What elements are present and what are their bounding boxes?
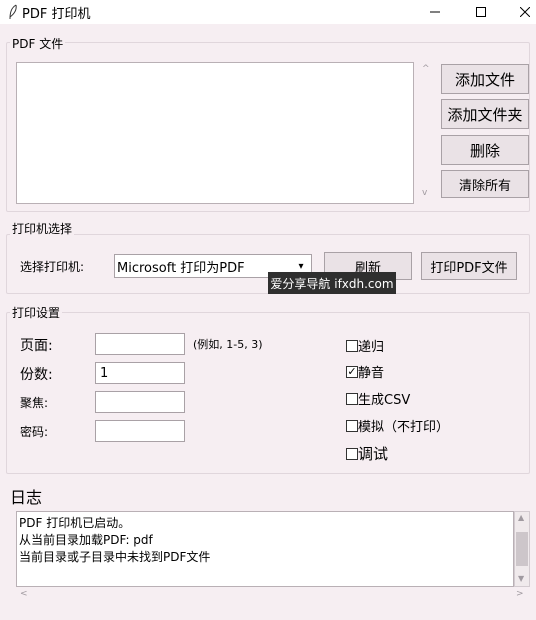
pages-hint: (例如, 1-5, 3) [193,338,263,351]
select-printer-label: 选择打印机: [20,260,85,274]
checkbox-silent[interactable]: ✓ 静音 [346,362,384,381]
scroll-right-arrow-icon[interactable]: > [516,589,524,599]
tooltip: 爱分享导航 ifxdh.com [268,272,396,294]
pdf-files-section-title: PDF 文件 [10,35,66,52]
checkbox-simulate[interactable]: 模拟（不打印） [346,416,449,435]
checkbox-box[interactable] [346,419,358,432]
scroll-up-arrow-icon[interactable]: ▲ [518,513,524,522]
log-output[interactable]: PDF 打印机已启动。 从当前目录加载PDF: pdf 当前目录或子目录中未找到… [16,511,514,587]
password-input[interactable] [95,420,185,442]
copies-input[interactable] [95,362,185,384]
checkbox-recursive[interactable]: 递归 [346,336,384,355]
maximize-button[interactable] [458,0,504,24]
checkbox-label: 静音 [358,366,385,381]
log-scroll-thumb[interactable] [516,532,528,566]
scroll-left-arrow-icon[interactable]: < [20,589,28,599]
print-settings-section-title: 打印设置 [10,304,63,321]
checkbox-label: 模拟（不打印） [358,420,450,435]
log-vertical-scrollbar[interactable]: ▲ ▼ [514,511,530,587]
log-line: PDF 打印机已启动。 [19,516,131,530]
checkbox-box[interactable] [346,447,358,460]
print-settings-frame [6,312,530,474]
log-line: 当前目录或子目录中未找到PDF文件 [19,550,211,564]
checkbox-box[interactable] [346,339,358,352]
scroll-up-arrow-icon[interactable]: ^ [422,64,430,74]
log-line: 从当前目录加载PDF: pdf [19,533,153,547]
log-horizontal-scrollbar[interactable]: < > [16,587,530,603]
close-button[interactable] [502,0,536,24]
clear-all-button[interactable]: 清除所有 [441,170,529,198]
collate-input[interactable] [95,391,185,413]
log-title: 日志 [10,488,43,507]
printer-select-value: Microsoft 打印为PDF [117,260,245,276]
pdf-file-list[interactable] [16,62,414,204]
scroll-down-arrow-icon[interactable]: ▼ [518,574,524,583]
checkbox-label: 生成CSV [358,393,411,408]
chevron-down-icon: ▾ [298,260,304,272]
file-list-scrollbar[interactable]: ^ v [418,62,434,204]
delete-button[interactable]: 删除 [441,135,529,165]
pages-input[interactable] [95,333,185,355]
checkbox-generate-csv[interactable]: 生成CSV [346,389,410,408]
pages-label: 页面: [20,338,53,354]
add-folder-button[interactable]: 添加文件夹 [441,99,529,129]
close-icon [520,7,530,17]
printer-section-title: 打印机选择 [10,220,75,237]
checkmark-icon: ✓ [347,365,357,378]
password-label: 密码: [20,425,49,439]
checkbox-label: 递归 [358,340,385,355]
print-pdf-button[interactable]: 打印PDF文件 [421,252,517,280]
window-title: PDF 打印机 [22,7,91,22]
checkbox-box[interactable] [346,392,358,405]
add-file-button[interactable]: 添加文件 [441,64,529,94]
minimize-icon [430,11,440,13]
collate-label: 聚焦: [20,396,49,410]
checkbox-box-checked[interactable]: ✓ [346,365,358,378]
checkbox-debug[interactable]: 调试 [346,443,388,464]
maximize-icon [476,7,486,17]
scroll-down-arrow-icon[interactable]: v [422,188,427,198]
feather-app-icon [9,4,17,20]
checkbox-label: 调试 [358,445,389,463]
minimize-button[interactable] [412,0,458,24]
copies-label: 份数: [20,367,53,383]
